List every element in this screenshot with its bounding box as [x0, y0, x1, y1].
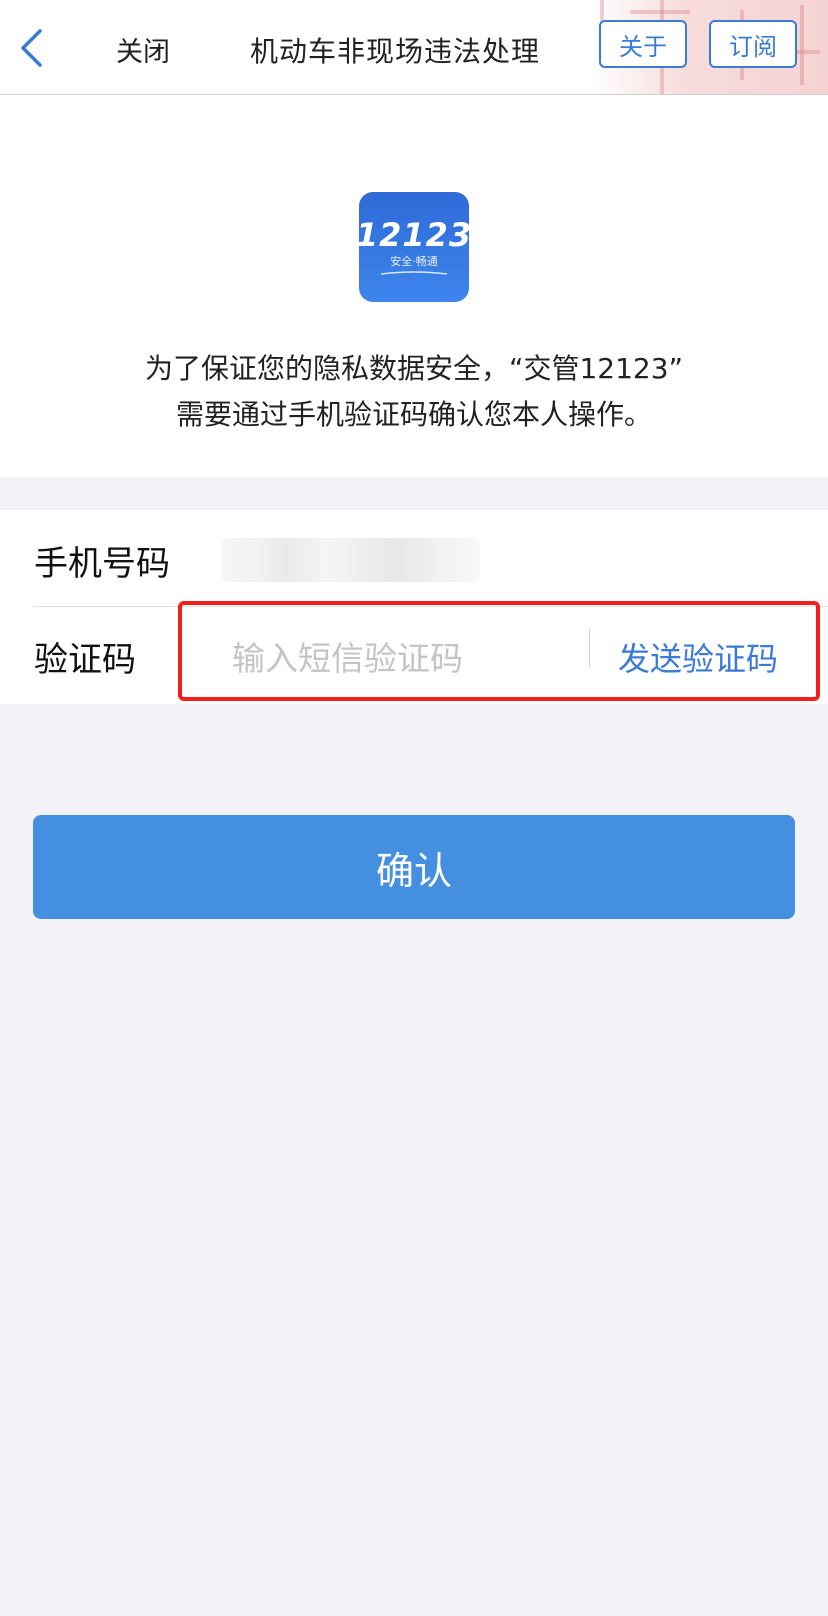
highlight-box	[178, 601, 820, 701]
subscribe-button[interactable]: 订阅	[709, 20, 797, 68]
phone-number-redacted	[222, 538, 480, 582]
close-button[interactable]: 关闭	[116, 30, 170, 69]
chevron-left-icon	[21, 29, 42, 67]
about-button[interactable]: 关于	[599, 20, 687, 68]
description-line-2: 需要通过手机验证码确认您本人操作。	[175, 398, 652, 431]
page-title: 机动车非现场违法处理	[250, 35, 541, 68]
logo-slogan: 安全·畅通	[390, 255, 438, 268]
description-line-1: 为了保证您的隐私数据安全，“交管12123”	[144, 352, 684, 385]
code-label: 验证码	[34, 640, 136, 680]
app-logo: 12123 安全·畅通	[355, 192, 473, 302]
privacy-description: 为了保证您的隐私数据安全，“交管12123” 需要通过手机验证码确认您本人操作。	[0, 346, 828, 438]
confirm-button[interactable]: 确认	[33, 815, 795, 919]
back-button[interactable]	[14, 28, 48, 68]
phone-label: 手机号码	[34, 544, 170, 584]
navigation-bar: 关闭 机动车非现场违法处理 关于 订阅	[0, 0, 828, 95]
logo-number: 12123	[355, 216, 473, 254]
logo-swoosh-icon	[380, 271, 448, 275]
